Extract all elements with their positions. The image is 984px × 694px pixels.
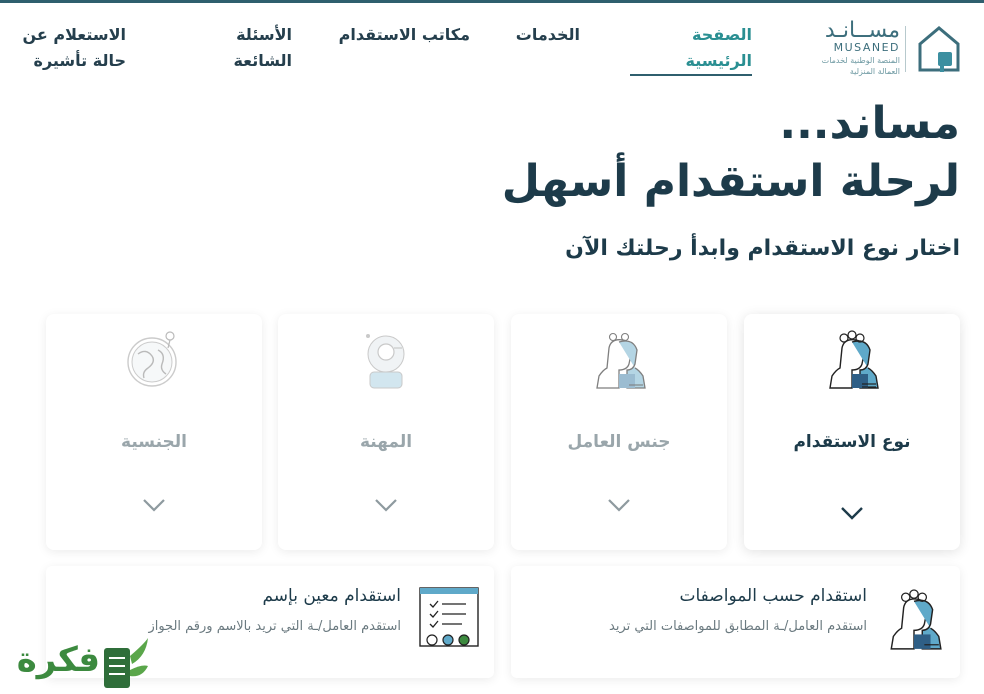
logo-arabic: مســانـد	[824, 18, 900, 43]
watermark: فكرة	[0, 630, 160, 694]
chevron-down-icon[interactable]	[607, 496, 631, 514]
logo-subtitle-1: المنصة الوطنية لخدمات	[821, 56, 900, 65]
chevron-down-icon[interactable]	[142, 496, 166, 514]
book-plant-icon	[104, 638, 148, 688]
nav-active-underline	[630, 74, 752, 76]
recruitment-type-icon	[829, 330, 879, 389]
chevron-down-icon[interactable]	[374, 496, 398, 514]
step-label: الجنسية	[121, 432, 187, 452]
nav-recruitment-offices[interactable]: مكاتب الاستقدام	[320, 22, 470, 48]
step-label: نوع الاستقدام	[793, 432, 911, 452]
step-card-profession[interactable]: المهنة	[278, 314, 494, 550]
document-list-icon	[419, 587, 479, 647]
option-description: استقدم العامل/ـة التي تريد بالاسم ورقم ا…	[148, 619, 401, 634]
nav-services[interactable]: الخدمات	[490, 22, 580, 48]
nav-home[interactable]: الصفحة الرئيسية	[640, 22, 753, 74]
logo-separator	[905, 26, 906, 72]
watermark-text: فكرة	[16, 640, 100, 680]
nav-visa-status[interactable]: الاستعلام عن حالة تأشيرة	[8, 22, 126, 74]
option-description: استقدم العامل/ـة المطابق للمواصفات التي …	[609, 619, 867, 634]
option-title: استقدام حسب المواصفات	[679, 586, 868, 606]
hero-subtitle: اختار نوع الاستقدام وابدأ رحلتك الآن	[565, 236, 960, 261]
step-card-recruitment-type[interactable]: نوع الاستقدام	[744, 314, 960, 550]
nationality-globe-icon	[127, 331, 177, 387]
hero-title-line2: لرحلة استقدام أسهل	[501, 156, 960, 207]
option-card-by-specs[interactable]: استقدام حسب المواصفات استقدم العامل/ـة ا…	[511, 566, 960, 678]
logo-subtitle-2: العمالة المنزلية	[849, 67, 900, 76]
option-title: استقدام معين بإسم	[262, 586, 401, 606]
nav-faq[interactable]: الأسئلة الشائعة	[214, 22, 292, 74]
logo-english: MUSANED	[833, 41, 900, 54]
step-label: جنس العامل	[567, 432, 671, 452]
step-card-worker-gender[interactable]: جنس العامل	[511, 314, 727, 550]
people-profile-icon	[890, 589, 942, 650]
musaned-logo-icon	[918, 26, 960, 72]
hero-title-line1: مساند...	[779, 98, 960, 149]
worker-gender-icon	[596, 332, 646, 389]
profession-icon	[366, 334, 405, 389]
top-border	[0, 0, 984, 3]
step-card-nationality[interactable]: الجنسية	[46, 314, 262, 550]
step-label: المهنة	[359, 432, 413, 452]
chevron-down-icon[interactable]	[840, 504, 864, 522]
